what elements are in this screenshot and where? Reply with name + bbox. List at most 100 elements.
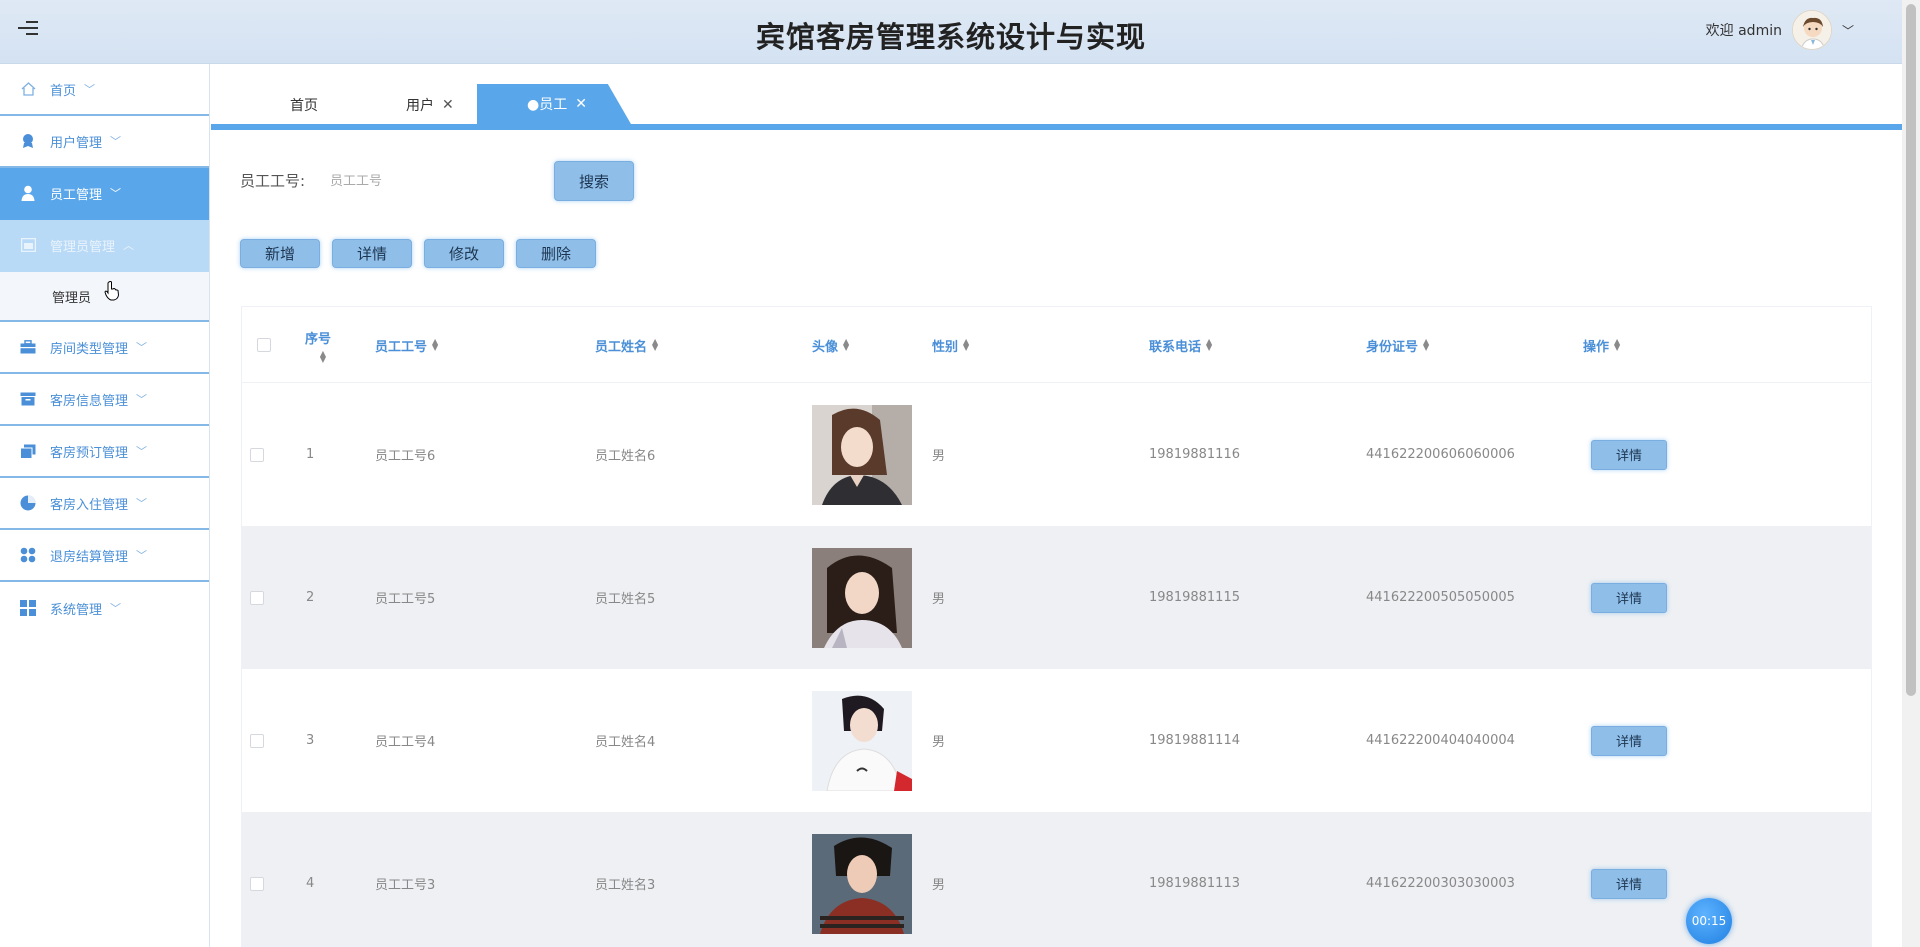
cell-emp-no: 员工工号4 [375, 735, 436, 750]
hand-cursor-icon [104, 281, 120, 301]
sidebar-item-label: 员工管理 [50, 187, 103, 203]
cell-id-card: 441622200606060006 [1366, 447, 1515, 462]
add-button[interactable]: 新增 [240, 239, 320, 268]
app-root: 宾馆客房管理系统设计与实现 欢迎 admin ﹀ 首页 ﹀ 用户管理 ﹀ 员工管… [0, 0, 1920, 947]
sort-icon[interactable]: ▲ ▼ [652, 338, 658, 352]
table-row[interactable]: 4 员工工号3 员工姓名3 男 19819881113 441622200303… [242, 812, 1871, 946]
row-detail-button[interactable]: 详情 [1591, 868, 1667, 899]
sidebar-item-room-info[interactable]: 客房信息管理 ﹀ [0, 374, 209, 426]
column-label: 操作 [1583, 339, 1610, 355]
row-checkbox[interactable] [250, 447, 264, 462]
cell-id-card: 441622200404040004 [1366, 733, 1515, 748]
column-header-gender[interactable]: 性别 ▲ ▼ [932, 307, 969, 383]
sort-icon[interactable]: ▲ ▼ [963, 338, 969, 352]
sidebar-item-label: 房间类型管理 [50, 341, 129, 357]
search-button[interactable]: 搜索 [554, 161, 634, 201]
sidebar-item-employees[interactable]: 员工管理 ﹀ [0, 168, 209, 220]
employee-photo[interactable] [812, 833, 912, 934]
tab-label: ●员工 [527, 97, 568, 113]
chevron-down-icon: ﹀ [110, 187, 122, 200]
row-detail-button[interactable]: 详情 [1591, 725, 1667, 756]
row-detail-button[interactable]: 详情 [1591, 439, 1667, 470]
cell-name: 员工姓名3 [595, 878, 656, 893]
column-header-photo[interactable]: 头像 ▲ ▼ [812, 307, 849, 383]
chevron-down-icon: ﹀ [110, 602, 122, 615]
cell-phone: 19819881114 [1149, 733, 1240, 748]
user-menu[interactable]: 欢迎 admin ﹀ [1706, 10, 1854, 50]
sort-icon[interactable]: ▲ ▼ [843, 338, 849, 352]
cell-gender: 男 [932, 878, 946, 893]
column-header-emp-no[interactable]: 员工工号 ▲ ▼ [375, 307, 438, 383]
table-row[interactable]: 3 员工工号4 员工姓名4 男 19819881114 441622200404… [242, 669, 1871, 812]
chevron-down-icon: ﹀ [136, 445, 148, 458]
row-detail-button[interactable]: 详情 [1591, 582, 1667, 613]
sidebar-item-home[interactable]: 首页 ﹀ [0, 64, 209, 116]
row-checkbox[interactable] [250, 733, 264, 748]
chevron-up-icon: ︿ [123, 239, 135, 252]
sort-icon[interactable]: ▲ ▼ [1206, 338, 1212, 352]
table-header: 序号 ▲ ▼ 员工工号 ▲ ▼ 员工姓名 ▲ ▼ 头像 ▲ ▼ 性别 ▲ ▼ 联系电话 ▲… [242, 307, 1871, 383]
sidebar-subitem-label: 管理员 [52, 290, 92, 306]
column-header-id-card[interactable]: 身份证号 ▲ ▼ [1366, 307, 1429, 383]
sidebar-item-label: 退房结算管理 [50, 549, 129, 565]
sidebar-item-checkout[interactable]: 退房结算管理 ﹀ [0, 530, 209, 582]
copy-icon [20, 443, 36, 459]
chevron-down-icon[interactable]: ﹀ [1842, 22, 1854, 39]
sidebar-item-checkin[interactable]: 客房入住管理 ﹀ [0, 478, 209, 530]
scrollbar-thumb[interactable] [1906, 4, 1916, 696]
sort-icon[interactable]: ▲ ▼ [1614, 338, 1620, 352]
cell-gender: 男 [932, 449, 946, 464]
sidebar-item-label: 系统管理 [50, 602, 103, 618]
select-all-checkbox[interactable] [257, 338, 271, 352]
row-checkbox[interactable] [250, 590, 264, 605]
cell-index: 1 [306, 447, 315, 462]
chevron-down-icon: ﹀ [136, 341, 148, 354]
sort-icon[interactable]: ▲ ▼ [432, 338, 438, 352]
close-icon[interactable]: ✕ [442, 97, 454, 113]
cell-index: 2 [306, 590, 315, 605]
sort-icon[interactable]: ▲ ▼ [1423, 338, 1429, 352]
timer-badge[interactable]: 00:15 [1686, 898, 1732, 944]
search-input[interactable] [330, 164, 530, 196]
column-header-phone[interactable]: 联系电话 ▲ ▼ [1149, 307, 1212, 383]
tab-employees[interactable]: ●员工 ✕ [477, 84, 631, 124]
sidebar-item-booking[interactable]: 客房预订管理 ﹀ [0, 426, 209, 478]
tab-users[interactable]: 用户 ✕ [406, 86, 454, 124]
chevron-down-icon: ﹀ [110, 135, 122, 148]
column-header-actions[interactable]: 操作 ▲ ▼ [1583, 307, 1620, 383]
column-label: 联系电话 [1149, 339, 1202, 355]
employee-photo[interactable] [812, 690, 912, 791]
sort-icon[interactable]: ▲ ▼ [320, 349, 326, 363]
detail-button[interactable]: 详情 [332, 239, 412, 268]
sidebar-item-label: 客房入住管理 [50, 497, 129, 513]
column-header-index[interactable]: 序号 ▲ ▼ [305, 307, 331, 383]
pie-icon [20, 495, 36, 511]
avatar[interactable] [1791, 10, 1832, 50]
table-row[interactable]: 1 员工工号6 员工姓名6 男 19819881116 441622200606… [242, 383, 1871, 526]
chevron-down-icon: ﹀ [136, 549, 148, 562]
delete-button[interactable]: 删除 [516, 239, 596, 268]
column-header-name[interactable]: 员工姓名 ▲ ▼ [595, 307, 658, 383]
cell-name: 员工姓名6 [595, 449, 656, 464]
cell-id-card: 441622200505050005 [1366, 590, 1515, 605]
welcome-text: 欢迎 admin [1705, 23, 1782, 39]
tab-label: 用户 [406, 98, 434, 114]
site-title: 宾馆客房管理系统设计与实现 [755, 20, 1146, 54]
close-icon[interactable]: ✕ [575, 96, 587, 112]
tab-home[interactable]: 首页 [290, 86, 318, 124]
sidebar-item-system[interactable]: 系统管理 ﹀ [0, 582, 209, 634]
employee-photo[interactable] [812, 404, 912, 505]
column-label: 性别 [932, 339, 959, 355]
table-row[interactable]: 2 员工工号5 员工姓名5 男 19819881115 441622200505… [242, 526, 1871, 669]
page-scrollbar[interactable] [1902, 0, 1920, 947]
sidebar-item-admins[interactable]: 管理员管理 ︿ [0, 220, 209, 272]
sidebar-item-users[interactable]: 用户管理 ﹀ [0, 116, 209, 168]
column-label: 头像 [812, 339, 839, 355]
sidebar-item-room-types[interactable]: 房间类型管理 ﹀ [0, 322, 209, 374]
sidebar: 首页 ﹀ 用户管理 ﹀ 员工管理 ﹀ 管理员管理 ︿ 管理员 房间类型管理 ﹀ … [0, 64, 210, 947]
row-checkbox[interactable] [250, 876, 264, 891]
employee-photo[interactable] [812, 547, 912, 648]
archive-icon [20, 391, 36, 407]
edit-button[interactable]: 修改 [424, 239, 504, 268]
cell-gender: 男 [932, 592, 946, 607]
